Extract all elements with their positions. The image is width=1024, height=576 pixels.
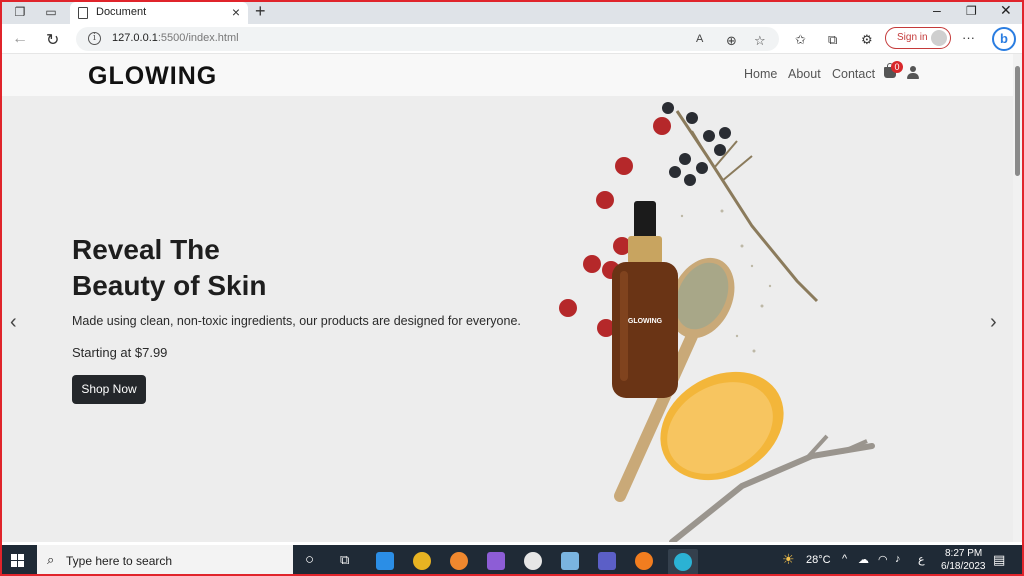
windows-taskbar: ⌕ Type here to search ○ ⧉ ☀ 28°C ^ ☁ ◠ ♪… [0,545,1024,576]
bing-chat-icon[interactable]: b [992,27,1016,51]
url-text[interactable]: 127.0.0.1:5500/index.html [112,32,239,44]
slider-next-arrow[interactable]: › [990,311,997,334]
chrome-icon[interactable] [413,552,431,570]
windows-start-icon[interactable] [11,554,24,567]
address-bar[interactable]: i 127.0.0.1:5500/index.html A ⊕ ☆ [76,27,779,51]
clock-time[interactable]: 8:27 PM [945,548,982,559]
shop-now-button[interactable]: Shop Now [72,375,146,404]
website-viewport: GLOWING Home About Contact 0 Reveal The … [2,54,1013,542]
new-tab-icon[interactable]: + [255,1,266,22]
volume-icon[interactable]: ♪ [895,553,901,565]
browser-app-icon[interactable] [450,552,468,570]
favorite-star-icon[interactable]: ☆ [754,33,766,49]
tab-actions-icon[interactable]: ▭ [43,4,59,20]
zoom-icon[interactable]: ⊕ [726,33,737,49]
wifi-icon[interactable]: ◠ [878,553,888,566]
bottle-label: GLOWING [628,318,663,325]
extensions-icon[interactable]: ⚙ [861,32,873,48]
sign-in-label: Sign in [897,32,928,43]
site-info-icon[interactable]: i [88,32,101,45]
nav-home-link[interactable]: Home [744,67,777,81]
minimize-icon[interactable]: – [933,2,941,18]
hero-price: Starting at $7.99 [72,345,168,360]
notifications-icon[interactable]: ▤ [993,552,1005,568]
hero-product-image: GLOWING [559,102,875,542]
close-tab-icon[interactable]: × [232,4,240,20]
hero-slider: Reveal The Beauty of Skin Made using cle… [2,96,1013,542]
visual-studio-icon[interactable] [487,552,505,570]
favorites-icon[interactable]: ✩ [795,32,806,48]
edge-icon[interactable] [674,553,692,571]
search-placeholder: Type here to search [66,554,173,568]
tab-title: Document [96,6,147,18]
browser-tab[interactable]: Document × [70,2,248,24]
task-view-icon[interactable]: ⧉ [340,552,349,568]
hero-title: Reveal The Beauty of Skin [72,234,267,301]
vscode-icon[interactable] [376,552,394,570]
sign-in-button[interactable]: Sign in [885,27,951,49]
cortana-icon[interactable]: ○ [305,551,314,568]
app-icon[interactable] [561,552,579,570]
github-desktop-icon[interactable] [524,552,542,570]
temperature[interactable]: 28°C [806,554,831,566]
nav-contact-link[interactable]: Contact [832,67,875,81]
weather-icon[interactable]: ☀ [782,551,795,568]
restore-icon[interactable]: ❐ [966,4,977,18]
workspaces-icon[interactable]: ❐ [12,4,28,20]
slider-prev-arrow[interactable]: ‹ [10,311,17,334]
back-icon[interactable]: ← [12,30,28,48]
hero-description: Made using clean, non-toxic ingredients,… [72,314,521,328]
document-icon [78,7,88,19]
site-logo[interactable]: GLOWING [88,62,217,91]
search-icon: ⌕ [47,552,55,567]
teams-icon[interactable] [598,552,616,570]
berries [662,102,731,186]
read-aloud-icon[interactable]: A [696,33,703,45]
browser-tab-strip: ❐ ▭ Document × + – ❐ ✕ [0,0,1024,24]
more-menu-icon[interactable]: ··· [962,30,975,45]
refresh-icon[interactable]: ↻ [46,30,59,50]
close-window-icon[interactable]: ✕ [1000,2,1012,19]
clock-date[interactable]: 6/18/2023 [941,561,986,572]
nav-about-link[interactable]: About [788,67,821,81]
cloud-icon[interactable]: ☁ [858,553,869,566]
page-scrollbar[interactable] [1013,54,1022,542]
taskbar-search-box[interactable]: ⌕ Type here to search [37,545,293,576]
tray-chevron-icon[interactable]: ^ [842,553,847,565]
cart-count-badge: 0 [891,61,903,73]
scrollbar-thumb[interactable] [1015,66,1020,176]
user-icon[interactable] [907,66,919,80]
collections-icon[interactable]: ⧉ [828,32,837,48]
language-indicator[interactable]: ع [918,553,925,566]
site-header: GLOWING Home About Contact 0 [2,54,1013,96]
profile-avatar-icon [931,30,947,46]
sublime-icon[interactable] [635,552,653,570]
